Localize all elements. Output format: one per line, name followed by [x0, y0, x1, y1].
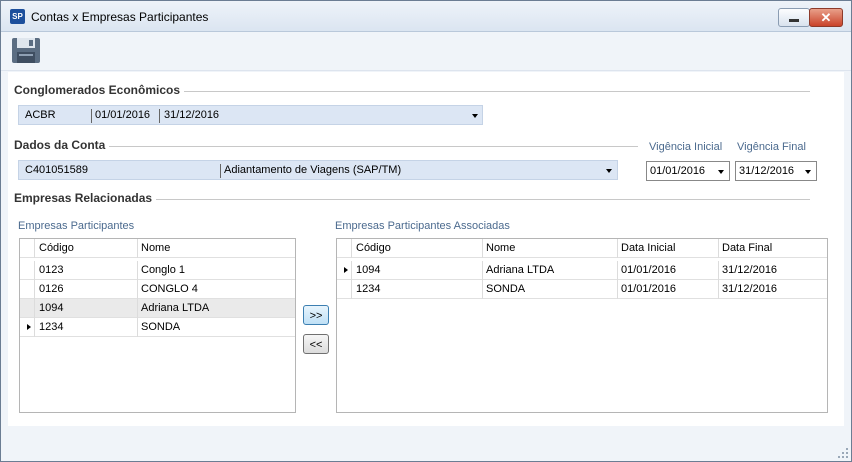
- vigencia-final-value: 31/12/2016: [739, 165, 795, 177]
- column-header-data-inicial[interactable]: Data Inicial: [621, 242, 675, 254]
- column-separator: [220, 164, 221, 178]
- conglomerados-label: Conglomerados Econômicos: [14, 83, 185, 97]
- minimize-button[interactable]: [778, 8, 810, 27]
- account-name: Adiantamento de Viagens (SAP/TM): [224, 164, 402, 176]
- save-button[interactable]: [10, 35, 42, 65]
- column-separator: [137, 299, 138, 318]
- row-pointer-icon: [27, 324, 31, 330]
- conglomerado-date-end: 31/12/2016: [164, 109, 220, 121]
- main-window: SP Contas x Empresas Participantes ✕ Con…: [0, 0, 852, 462]
- cell-data-final: 31/12/2016: [722, 264, 778, 276]
- column-header-codigo[interactable]: Código: [356, 242, 391, 254]
- toolbar: [1, 32, 851, 71]
- add-selected-button[interactable]: >>: [303, 305, 329, 325]
- cell-codigo: 1234: [39, 321, 64, 333]
- column-separator: [137, 239, 138, 258]
- participantes-grid[interactable]: Código Nome 0123 Conglo 1 0126 CONGLO 4 …: [19, 238, 296, 413]
- dados-conta-label: Dados da Conta: [14, 138, 110, 152]
- chevron-down-icon[interactable]: [606, 169, 612, 173]
- column-separator: [34, 239, 35, 258]
- cell-data-inicial: 01/01/2016: [621, 264, 677, 276]
- column-separator: [137, 318, 138, 337]
- chevron-down-icon[interactable]: [472, 114, 478, 118]
- participantes-label: Empresas Participantes: [18, 220, 135, 232]
- table-row[interactable]: 1234 SONDA: [20, 318, 295, 337]
- vigencia-inicial-label: Vigência Inicial: [649, 141, 723, 153]
- column-separator: [34, 318, 35, 337]
- associadas-grid[interactable]: Código Nome Data Inicial Data Final 1094…: [336, 238, 828, 413]
- table-row[interactable]: 0126 CONGLO 4: [20, 280, 295, 299]
- column-separator: [351, 239, 352, 258]
- vigencia-inicial-picker[interactable]: 01/01/2016: [646, 161, 730, 181]
- cell-codigo: 1094: [39, 302, 64, 314]
- column-separator: [34, 299, 35, 318]
- column-separator: [159, 109, 160, 123]
- row-pointer-icon: [344, 267, 348, 273]
- empresas-relacionadas-label: Empresas Relacionadas: [14, 191, 157, 205]
- column-separator: [617, 280, 618, 299]
- column-separator: [482, 239, 483, 258]
- cell-codigo: 0123: [39, 264, 64, 276]
- close-icon: ✕: [820, 10, 832, 25]
- content-panel: Conglomerados Econômicos ACBR 01/01/2016…: [8, 72, 844, 426]
- table-row[interactable]: 1234 SONDA 01/01/2016 31/12/2016: [337, 280, 827, 299]
- column-header-data-final[interactable]: Data Final: [722, 242, 772, 254]
- cell-codigo: 0126: [39, 283, 64, 295]
- column-separator: [617, 261, 618, 280]
- account-combo[interactable]: C401051589 Adiantamento de Viagens (SAP/…: [18, 160, 618, 180]
- title-bar: SP Contas x Empresas Participantes ✕: [1, 1, 851, 32]
- resize-grip-icon[interactable]: [838, 448, 848, 458]
- app-logo-icon: SP: [10, 9, 25, 24]
- cell-nome: CONGLO 4: [141, 283, 198, 295]
- window-title: Contas x Empresas Participantes: [31, 10, 209, 24]
- conglomerado-combo[interactable]: ACBR 01/01/2016 31/12/2016: [18, 105, 483, 125]
- column-separator: [617, 239, 618, 258]
- column-separator: [351, 261, 352, 280]
- table-row[interactable]: 0123 Conglo 1: [20, 261, 295, 280]
- remove-selected-button[interactable]: <<: [303, 334, 329, 354]
- column-separator: [482, 261, 483, 280]
- table-header: Código Nome: [20, 239, 295, 258]
- table-header: Código Nome Data Inicial Data Final: [337, 239, 827, 258]
- column-separator: [34, 261, 35, 280]
- table-row[interactable]: 1094 Adriana LTDA: [20, 299, 295, 318]
- column-separator: [137, 280, 138, 299]
- vigencia-final-label: Vigência Final: [737, 141, 806, 153]
- close-button[interactable]: ✕: [809, 8, 843, 27]
- cell-data-inicial: 01/01/2016: [621, 283, 677, 295]
- cell-codigo: 1094: [356, 264, 381, 276]
- cell-nome: Adriana LTDA: [486, 264, 555, 276]
- cell-data-final: 31/12/2016: [722, 283, 778, 295]
- column-separator: [482, 280, 483, 299]
- column-separator: [718, 280, 719, 299]
- associadas-label: Empresas Participantes Associadas: [335, 220, 510, 232]
- minimize-icon: [789, 19, 799, 22]
- column-separator: [718, 239, 719, 258]
- cell-nome: SONDA: [141, 321, 181, 333]
- conglomerado-code: ACBR: [25, 109, 56, 121]
- cell-codigo: 1234: [356, 283, 381, 295]
- cell-nome: Conglo 1: [141, 264, 186, 276]
- vigencia-inicial-value: 01/01/2016: [650, 165, 706, 177]
- chevron-down-icon[interactable]: [718, 170, 724, 174]
- cell-nome: Adriana LTDA: [141, 302, 210, 314]
- account-code: C401051589: [25, 164, 89, 176]
- vigencia-final-picker[interactable]: 31/12/2016: [735, 161, 817, 181]
- cell-nome: SONDA: [486, 283, 526, 295]
- column-header-codigo[interactable]: Código: [39, 242, 74, 254]
- table-row[interactable]: 1094 Adriana LTDA 01/01/2016 31/12/2016: [337, 261, 827, 280]
- column-separator: [351, 280, 352, 299]
- column-header-nome[interactable]: Nome: [486, 242, 515, 254]
- floppy-disk-icon: [12, 38, 40, 63]
- column-separator: [91, 109, 92, 123]
- column-separator: [34, 280, 35, 299]
- chevron-down-icon[interactable]: [805, 170, 811, 174]
- status-bar: [1, 427, 851, 461]
- column-header-nome[interactable]: Nome: [141, 242, 170, 254]
- column-separator: [718, 261, 719, 280]
- column-separator: [137, 261, 138, 280]
- conglomerado-date-start: 01/01/2016: [95, 109, 151, 121]
